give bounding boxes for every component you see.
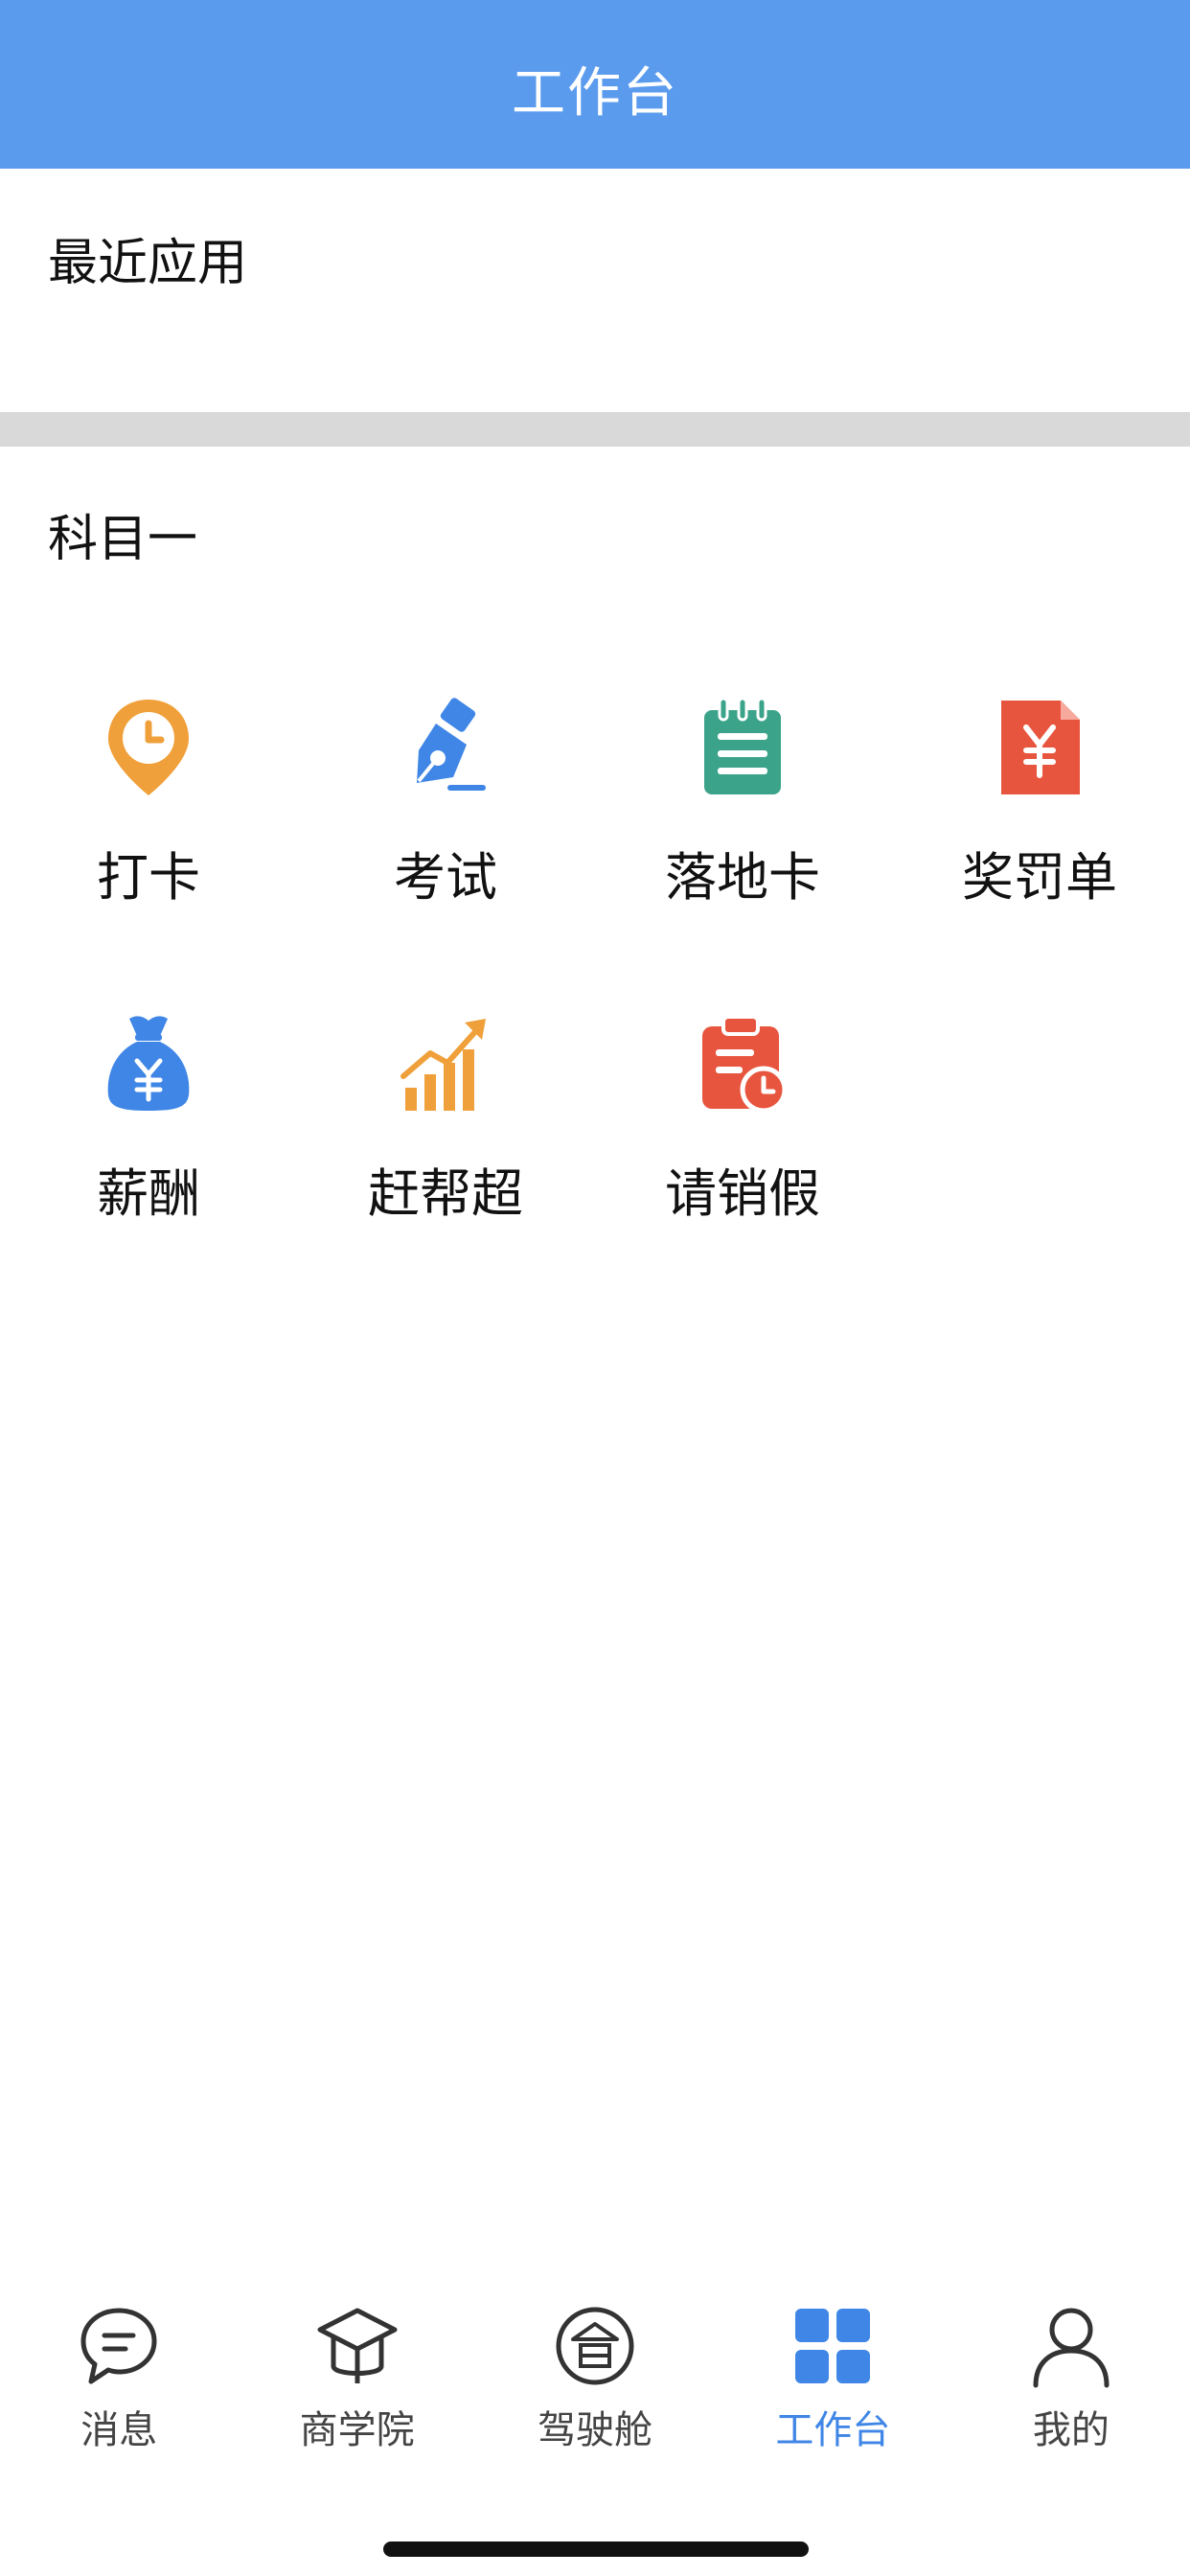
- page-title: 工作台: [512, 61, 678, 125]
- app-clock-in[interactable]: 打卡: [34, 695, 263, 925]
- tab-messages[interactable]: 消息: [0, 2276, 238, 2477]
- app-exam[interactable]: 考试: [331, 695, 561, 925]
- app-label: 考试: [394, 847, 497, 908]
- app-label: 请销假: [665, 1163, 820, 1224]
- bottom-tab-bar: 消息 商学院 驾驶舱 工作台 我的: [0, 2276, 1190, 2477]
- clipboard-clock-icon: [695, 1011, 790, 1116]
- app-salary[interactable]: 薪酬: [34, 1011, 263, 1241]
- app-label: 落地卡: [665, 847, 820, 908]
- home-indicator[interactable]: [383, 2542, 809, 2557]
- recent-apps-title: 最近应用: [48, 235, 248, 292]
- chat-bubble-icon: [76, 2303, 162, 2389]
- tab-cockpit[interactable]: 驾驶舱: [476, 2276, 714, 2477]
- money-bag-icon: [101, 1011, 196, 1116]
- app-leave-request[interactable]: 请销假: [628, 1011, 858, 1241]
- app-reward-penalty[interactable]: 奖罚单: [925, 695, 1155, 925]
- tab-business-school[interactable]: 商学院: [238, 2276, 475, 2477]
- growth-chart-icon: [398, 1011, 493, 1116]
- person-icon: [1028, 2303, 1114, 2389]
- tab-workbench[interactable]: 工作台: [714, 2276, 951, 2477]
- notepad-icon: [695, 695, 790, 800]
- section-divider: [0, 412, 1190, 447]
- graduation-cap-icon: [314, 2303, 400, 2389]
- tab-label: 我的: [1032, 2408, 1110, 2452]
- cockpit-icon: [552, 2303, 638, 2389]
- tab-profile[interactable]: 我的: [952, 2276, 1190, 2477]
- subject-title: 科目一: [48, 511, 198, 568]
- grid-icon: [790, 2303, 876, 2389]
- tab-label: 工作台: [775, 2408, 891, 2452]
- tab-label: 商学院: [299, 2408, 415, 2452]
- tab-label: 消息: [80, 2408, 158, 2452]
- app-catch-up[interactable]: 赶帮超: [331, 1011, 561, 1241]
- app-label: 赶帮超: [368, 1163, 523, 1224]
- yen-document-icon: [992, 695, 1087, 800]
- app-landing-card[interactable]: 落地卡: [628, 695, 858, 925]
- tab-label: 驾驶舱: [538, 2408, 653, 2452]
- location-clock-icon: [101, 695, 196, 800]
- header-bar: 工作台: [0, 0, 1190, 169]
- pen-nib-icon: [398, 695, 493, 800]
- app-label: 薪酬: [97, 1163, 200, 1224]
- app-label: 奖罚单: [962, 847, 1117, 908]
- app-label: 打卡: [97, 847, 200, 908]
